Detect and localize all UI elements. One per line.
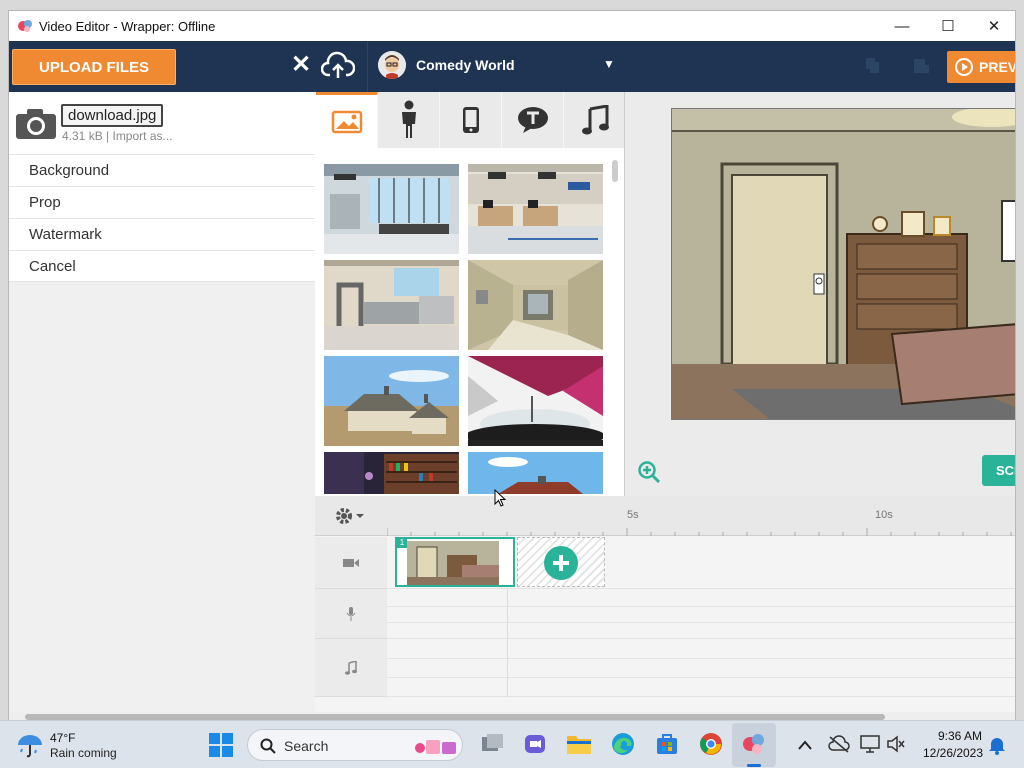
thumb-barn-sky[interactable] <box>468 452 603 494</box>
app-logo-icon <box>17 18 33 37</box>
search-icon <box>260 738 276 754</box>
voice-track-label <box>315 589 387 639</box>
play-icon <box>955 58 973 76</box>
speech-bubble-icon <box>517 107 548 133</box>
tick-5s: 5s <box>627 509 639 521</box>
add-scene-button[interactable] <box>544 546 578 580</box>
asset-scrollbar[interactable] <box>612 160 618 182</box>
voice-track[interactable] <box>387 589 1015 639</box>
profile-name: Comedy World <box>416 57 515 73</box>
search-highlight-icon <box>414 736 458 756</box>
thumb-airplane-cabin[interactable] <box>468 260 603 350</box>
music-note-icon <box>345 660 357 675</box>
music-track-label <box>315 639 387 697</box>
tab-backgrounds[interactable] <box>316 92 378 148</box>
ruler-ticks <box>387 528 1012 536</box>
chrome-browser-icon[interactable] <box>696 729 726 759</box>
uploaded-file: download.jpg 4.31 kB | Import as... <box>9 92 315 154</box>
file-name[interactable]: download.jpg <box>61 104 164 127</box>
video-editor-window: Video Editor - Wrapper: Offline — ☐ ✕ UP… <box>8 10 1016 721</box>
cloud-offline-icon[interactable] <box>828 735 850 758</box>
task-view-icon[interactable] <box>478 729 508 759</box>
character-icon <box>401 100 416 138</box>
windows-start-icon[interactable] <box>208 732 234 763</box>
clip-handle[interactable] <box>501 541 511 585</box>
import-as-watermark[interactable]: Watermark <box>9 218 315 250</box>
camera-icon <box>15 108 57 145</box>
paste-icon[interactable] <box>912 56 930 79</box>
tick-10s: 10s <box>875 509 893 521</box>
thumb-library-night[interactable] <box>324 452 459 494</box>
close-panel-icon[interactable]: ✕ <box>291 50 311 79</box>
upload-panel: download.jpg 4.31 kB | Import as... Back… <box>9 92 315 712</box>
teams-chat-icon[interactable] <box>520 729 550 759</box>
volume-muted-icon[interactable] <box>886 735 906 758</box>
rain-umbrella-icon[interactable] <box>16 731 44 764</box>
maximize-button[interactable]: ☐ <box>925 11 971 41</box>
thumb-stage-spotlights[interactable] <box>468 356 603 446</box>
scene-stage: SCE <box>624 92 1015 496</box>
windows-taskbar: 47°F Rain coming Search 9:36 AM 12/26/20… <box>0 720 1024 768</box>
taskbar-search[interactable]: Search <box>247 729 463 761</box>
avatar <box>378 51 406 79</box>
clock-date[interactable]: 12/26/2023 <box>918 746 988 760</box>
video-track: 1 <box>387 537 1015 589</box>
cancel-import[interactable]: Cancel <box>9 250 315 282</box>
music-note-icon <box>582 105 609 135</box>
add-scene-slot[interactable] <box>517 537 605 587</box>
tab-text[interactable] <box>502 92 564 148</box>
plus-icon <box>553 555 569 571</box>
copy-icon[interactable] <box>864 56 882 79</box>
chevron-down-icon[interactable]: ▼ <box>603 57 615 71</box>
thumb-farm-house[interactable] <box>324 356 459 446</box>
phone-icon <box>462 107 479 133</box>
microphone-icon <box>346 606 356 621</box>
display-icon[interactable] <box>860 735 880 758</box>
tab-props[interactable] <box>440 92 502 148</box>
scene-button[interactable]: SCE <box>982 455 1015 486</box>
close-window-button[interactable]: ✕ <box>971 11 1015 41</box>
upload-files-button[interactable]: UPLOAD FILES <box>12 49 176 85</box>
wrapper-app-icon <box>743 734 764 754</box>
gear-icon[interactable] <box>335 507 365 530</box>
import-as-background[interactable]: Background <box>9 154 315 186</box>
video-track-label <box>315 537 387 589</box>
thumb-airport-checkin[interactable] <box>468 164 603 254</box>
file-explorer-icon[interactable] <box>564 729 594 759</box>
search-placeholder: Search <box>284 738 329 754</box>
mouse-cursor-icon <box>494 488 507 512</box>
video-camera-icon <box>343 558 359 567</box>
editor-top-bar: UPLOAD FILES ✕ Comedy World ▼ PREV <box>9 41 1016 92</box>
taskbar-active-app[interactable] <box>732 723 776 767</box>
import-as-prop[interactable]: Prop <box>9 186 315 218</box>
scene-clip[interactable]: 1 <box>395 537 515 587</box>
preview-button[interactable]: PREV <box>947 51 1016 83</box>
tab-sounds[interactable] <box>564 92 626 148</box>
cloud-upload-icon[interactable] <box>320 51 356 86</box>
preview-label: PREV <box>979 59 1016 75</box>
asset-library <box>316 92 626 496</box>
window-title: Video Editor - Wrapper: Offline <box>39 19 216 34</box>
weather-description: Rain coming <box>50 746 117 760</box>
image-icon <box>331 110 362 133</box>
zoom-in-icon[interactable] <box>637 460 661 489</box>
music-track[interactable] <box>387 639 1015 697</box>
profile-selector[interactable]: Comedy World ▼ <box>367 41 625 92</box>
notification-bell-icon[interactable] <box>988 735 1006 760</box>
tab-characters[interactable] <box>378 92 440 148</box>
chevron-up-icon[interactable] <box>798 737 812 755</box>
minimize-button[interactable]: — <box>879 11 925 41</box>
weather-temperature: 47°F <box>50 731 76 745</box>
file-meta: 4.31 kB | Import as... <box>62 129 173 143</box>
thumb-security-checkpoint[interactable] <box>324 260 459 350</box>
timeline: 5s 10s 1 <box>315 496 1015 712</box>
store-icon[interactable] <box>652 729 682 759</box>
stage-canvas[interactable] <box>671 108 1015 420</box>
title-bar: Video Editor - Wrapper: Offline — ☐ ✕ <box>9 11 1015 41</box>
edge-browser-icon[interactable] <box>608 729 638 759</box>
thumb-airport-terminal[interactable] <box>324 164 459 254</box>
clock-time[interactable]: 9:36 AM <box>930 729 990 743</box>
timeline-ruler: 5s 10s <box>315 496 1015 536</box>
scene-number: 1 <box>397 538 407 548</box>
